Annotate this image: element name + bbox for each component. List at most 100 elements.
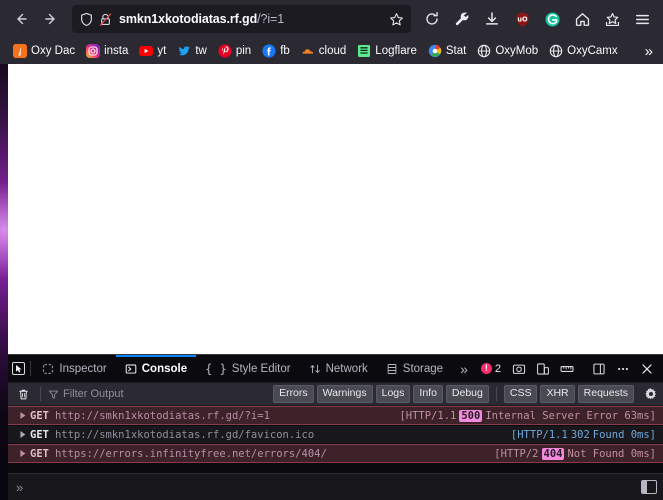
bookmark-item-cloud[interactable]: cloud bbox=[296, 42, 352, 60]
filter-input[interactable]: Filter Output bbox=[48, 388, 270, 400]
logflare-icon bbox=[357, 44, 371, 58]
bookmark-label: OxyMob bbox=[495, 45, 538, 57]
bookmark-label: pin bbox=[236, 45, 251, 57]
tab-label: Storage bbox=[403, 363, 443, 375]
screenshot-icon bbox=[512, 362, 526, 376]
oxy-dac-icon bbox=[13, 44, 27, 58]
request-url: http://smkn1xkotodiatas.rf.gd/?i=1 bbox=[55, 410, 270, 422]
stat-icon bbox=[428, 44, 442, 58]
node-picker-button[interactable] bbox=[8, 355, 28, 382]
responsive-design-icon bbox=[536, 362, 550, 376]
browser-window: smkn1xkotodiatas.rf.gd/?i=1 bbox=[0, 0, 663, 500]
split-console-icon[interactable] bbox=[641, 480, 657, 494]
devtools-close-button[interactable] bbox=[635, 357, 658, 380]
bookmark-item-logflare[interactable]: Logflare bbox=[352, 42, 422, 60]
tab-label: Style Editor bbox=[232, 363, 291, 375]
tab-network[interactable]: Network bbox=[300, 355, 377, 382]
response-protocol: [HTTP/2 bbox=[494, 448, 538, 460]
clear-console-button[interactable] bbox=[13, 385, 33, 404]
filter-errors-button[interactable]: Errors bbox=[273, 385, 314, 403]
back-arrow-icon bbox=[13, 11, 29, 27]
home-icon bbox=[574, 11, 591, 28]
console-row[interactable]: GET https://errors.infinityfree.net/erro… bbox=[8, 444, 663, 463]
facebook-icon bbox=[262, 44, 276, 58]
filter-debug-button[interactable]: Debug bbox=[446, 385, 489, 403]
bookmark-item-insta[interactable]: insta bbox=[81, 42, 133, 60]
status-code: 302 bbox=[571, 429, 590, 441]
more-options-icon bbox=[616, 362, 630, 376]
bookmarks-overflow-button[interactable]: » bbox=[639, 44, 659, 59]
filter-xhr-button[interactable]: XHR bbox=[540, 385, 574, 403]
filter-info-button[interactable]: Info bbox=[413, 385, 443, 403]
bookmark-item-oxymob[interactable]: OxyMob bbox=[472, 42, 543, 60]
trash-icon bbox=[17, 388, 30, 401]
star-icon[interactable] bbox=[387, 12, 405, 27]
responsive-design-mode-button[interactable] bbox=[531, 357, 554, 380]
filter-logs-button[interactable]: Logs bbox=[376, 385, 411, 403]
tab-console[interactable]: Console bbox=[116, 355, 196, 382]
response-summary: [HTTP/2 404 Not Found 0ms] bbox=[494, 448, 656, 460]
tab-inspector[interactable]: Inspector bbox=[33, 355, 115, 382]
filter-warnings-button[interactable]: Warnings bbox=[317, 385, 373, 403]
url-text[interactable]: smkn1xkotodiatas.rf.gd/?i=1 bbox=[119, 12, 387, 26]
reload-icon bbox=[424, 11, 440, 27]
forward-arrow-icon bbox=[43, 11, 59, 27]
console-input-bar[interactable]: » bbox=[8, 473, 663, 500]
cloudflare-icon bbox=[301, 44, 315, 58]
shield-icon[interactable] bbox=[79, 12, 94, 27]
back-button[interactable] bbox=[6, 4, 36, 34]
forward-button[interactable] bbox=[36, 4, 66, 34]
filter-requests-button[interactable]: Requests bbox=[578, 385, 634, 403]
status-badge: 404 bbox=[542, 448, 565, 460]
wrench-tool-button[interactable] bbox=[447, 4, 477, 34]
bookmark-item-oxy-dac[interactable]: Oxy Dac bbox=[8, 42, 80, 60]
downloads-button[interactable] bbox=[477, 4, 507, 34]
console-settings-button[interactable] bbox=[641, 385, 660, 404]
grammarly-button[interactable] bbox=[537, 4, 567, 34]
console-row[interactable]: GET http://smkn1xkotodiatas.rf.gd/?i=1 [… bbox=[8, 406, 663, 425]
error-count-badge[interactable]: ! 2 bbox=[476, 363, 506, 375]
screenshot-button[interactable] bbox=[507, 357, 530, 380]
bookmark-item-stat[interactable]: Stat bbox=[423, 42, 471, 60]
request-method: GET bbox=[30, 410, 49, 422]
devtools-more-options-button[interactable] bbox=[611, 357, 634, 380]
bookmark-item-yt[interactable]: yt bbox=[134, 42, 171, 60]
bookmark-item-tw[interactable]: tw bbox=[172, 42, 212, 60]
bookmark-item-pin[interactable]: pin bbox=[213, 42, 256, 60]
tab-label: Console bbox=[142, 363, 187, 375]
console-output: GET http://smkn1xkotodiatas.rf.gd/?i=1 [… bbox=[8, 406, 663, 473]
twitter-icon bbox=[177, 44, 191, 58]
filter-css-button[interactable]: CSS bbox=[504, 385, 538, 403]
bookmark-item-oxycamx[interactable]: OxyCamx bbox=[544, 42, 622, 60]
bookmark-item-fb[interactable]: fb bbox=[257, 42, 295, 60]
youtube-icon bbox=[139, 44, 153, 58]
console-icon bbox=[125, 363, 137, 375]
measure-button[interactable] bbox=[555, 357, 578, 380]
tab-storage[interactable]: Storage bbox=[377, 355, 452, 382]
bookmark-label: Stat bbox=[446, 45, 466, 57]
dock-toggle-button[interactable] bbox=[587, 357, 610, 380]
home-button[interactable] bbox=[567, 4, 597, 34]
disclosure-triangle-icon[interactable] bbox=[16, 411, 30, 420]
grammarly-icon bbox=[544, 11, 561, 28]
bookmarks-button[interactable] bbox=[597, 4, 627, 34]
reload-button[interactable] bbox=[417, 4, 447, 34]
devtools-tabs-overflow-button[interactable]: » bbox=[452, 355, 476, 382]
console-command-input[interactable] bbox=[23, 474, 641, 500]
response-protocol: [HTTP/1.1 bbox=[399, 410, 456, 422]
request-url: http://smkn1xkotodiatas.rf.gd/favicon.ic… bbox=[55, 429, 314, 441]
measure-icon bbox=[560, 362, 574, 376]
tab-label: Inspector bbox=[59, 363, 106, 375]
app-menu-button[interactable] bbox=[627, 4, 657, 34]
disclosure-triangle-icon[interactable] bbox=[16, 449, 30, 458]
disclosure-triangle-icon[interactable] bbox=[16, 430, 30, 439]
globe-icon bbox=[549, 44, 563, 58]
lock-crossed-icon[interactable] bbox=[97, 12, 113, 27]
tab-style-editor[interactable]: { } Style Editor bbox=[196, 355, 300, 382]
url-bar[interactable]: smkn1xkotodiatas.rf.gd/?i=1 bbox=[72, 5, 411, 33]
url-host: smkn1xkotodiatas.rf.gd bbox=[119, 12, 257, 26]
bookmark-label: tw bbox=[195, 45, 207, 57]
dock-split-icon bbox=[592, 362, 606, 376]
ublock-origin-button[interactable]: uO bbox=[507, 4, 537, 34]
console-row[interactable]: GET http://smkn1xkotodiatas.rf.gd/favico… bbox=[8, 425, 663, 444]
